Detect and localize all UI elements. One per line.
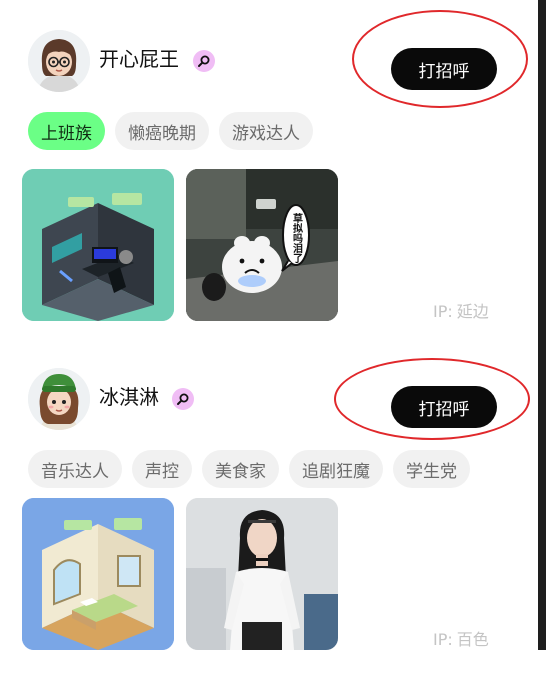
annotation-circle: [334, 358, 530, 440]
tag-list: 音乐达人 声控 美食家 追剧狂魔 学生党: [28, 450, 470, 488]
photo-thumbnail[interactable]: [22, 498, 174, 650]
annotation-circle: [352, 10, 528, 108]
user-name: 冰淇淋: [99, 385, 159, 409]
search-icon: [198, 55, 210, 67]
search-badge: [172, 388, 194, 410]
photo-thumbnail[interactable]: [186, 498, 338, 650]
avatar[interactable]: [28, 368, 90, 430]
tag-item[interactable]: 上班族: [28, 112, 105, 150]
avatar[interactable]: [28, 30, 90, 92]
photo-thumbnail[interactable]: 草拟吗泪了: [186, 169, 338, 321]
ip-label: IP:: [433, 630, 453, 649]
tag-item[interactable]: 声控: [132, 450, 192, 488]
search-icon: [177, 393, 189, 405]
user-name: 开心屁王: [99, 47, 179, 71]
user-card[interactable]: 开心屁王 打招呼 上班族 懒癌晚期 游戏达人 草拟吗泪了 IP: 延边: [0, 10, 538, 360]
ip-location: IP: 百色: [433, 626, 489, 650]
tag-item[interactable]: 懒癌晚期: [115, 112, 209, 150]
tag-item[interactable]: 追剧狂魔: [289, 450, 383, 488]
sticker-text: 草拟吗泪了: [291, 212, 303, 264]
tag-item[interactable]: 游戏达人: [219, 112, 313, 150]
tag-item[interactable]: 学生党: [393, 450, 470, 488]
user-card[interactable]: 冰淇淋 打招呼 音乐达人 声控 美食家 追剧狂魔 学生党 IP: 百色: [0, 358, 538, 698]
tag-item[interactable]: 音乐达人: [28, 450, 122, 488]
search-badge: [193, 50, 215, 72]
ip-value: 百色: [456, 630, 489, 649]
tag-item[interactable]: 美食家: [202, 450, 279, 488]
ip-label: IP:: [433, 302, 453, 321]
tag-list: 上班族 懒癌晚期 游戏达人: [28, 112, 313, 150]
scrollbar[interactable]: [538, 0, 546, 650]
photo-thumbnail[interactable]: [22, 169, 174, 321]
ip-value: 延边: [456, 302, 489, 321]
ip-location: IP: 延边: [433, 298, 489, 322]
